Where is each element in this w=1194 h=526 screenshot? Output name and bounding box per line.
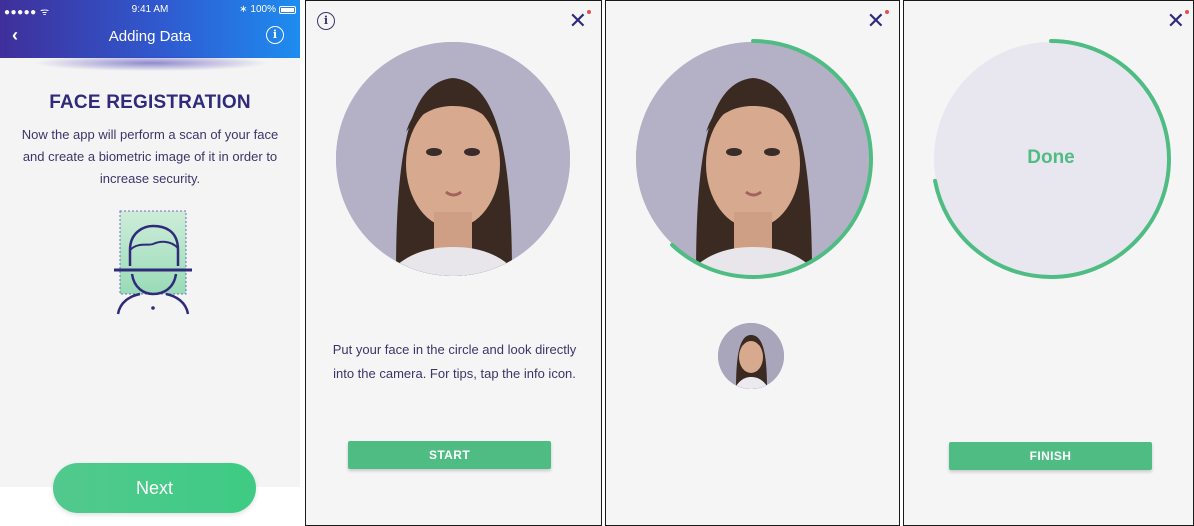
close-button[interactable]: ✕ <box>1166 8 1189 33</box>
notification-dot <box>885 10 889 14</box>
close-icon: ✕ <box>866 8 885 33</box>
nav-bar: ‹ Adding Data i <box>0 24 300 50</box>
notification-dot <box>587 10 591 14</box>
battery-label: ∗ 100% <box>239 4 276 15</box>
scan-progress-arc <box>633 39 873 279</box>
scan-progress-ring <box>633 39 873 279</box>
status-bar: ●●●●● ᯤ 9:41 AM ∗ 100% <box>0 4 300 18</box>
battery-indicator: ∗ 100% <box>239 4 296 15</box>
face-registration-heading: FACE REGISTRATION <box>49 92 251 113</box>
info-icon[interactable]: i <box>266 26 284 44</box>
face-thumbnail <box>718 323 784 389</box>
finish-button[interactable]: FINISH <box>949 442 1152 470</box>
face-registration-done-screen: ✕ Done FINISH <box>903 0 1194 526</box>
close-button[interactable]: ✕ <box>568 8 591 33</box>
start-button[interactable]: START <box>348 441 551 469</box>
face-registration-description: Now the app will perform a scan of your … <box>21 127 279 186</box>
done-label: Done <box>1027 147 1075 168</box>
face-capture-screen: i ✕ Put your face in the circle and look… <box>305 0 602 526</box>
face-instruction-text: Put your face in the circle and look dir… <box>332 342 577 381</box>
next-button[interactable]: Next <box>53 463 256 513</box>
close-icon: ✕ <box>568 8 587 33</box>
face-photo <box>336 42 570 276</box>
close-button[interactable]: ✕ <box>866 8 889 33</box>
info-icon[interactable]: i <box>317 12 335 30</box>
page-title: Adding Data <box>108 28 192 45</box>
face-scan-icon <box>108 206 198 316</box>
face-scanning-screen: ✕ <box>605 0 900 526</box>
face-preview-circle <box>336 42 570 276</box>
notification-dot <box>1185 10 1189 14</box>
battery-icon <box>279 5 296 14</box>
app-header: ●●●●● ᯤ 9:41 AM ∗ 100% ‹ Adding Data i <box>0 0 300 58</box>
close-icon: ✕ <box>1166 8 1185 33</box>
header-shadow <box>36 55 266 71</box>
face-registration-intro-screen: ●●●●● ᯤ 9:41 AM ∗ 100% ‹ Adding Data i F… <box>0 0 300 526</box>
